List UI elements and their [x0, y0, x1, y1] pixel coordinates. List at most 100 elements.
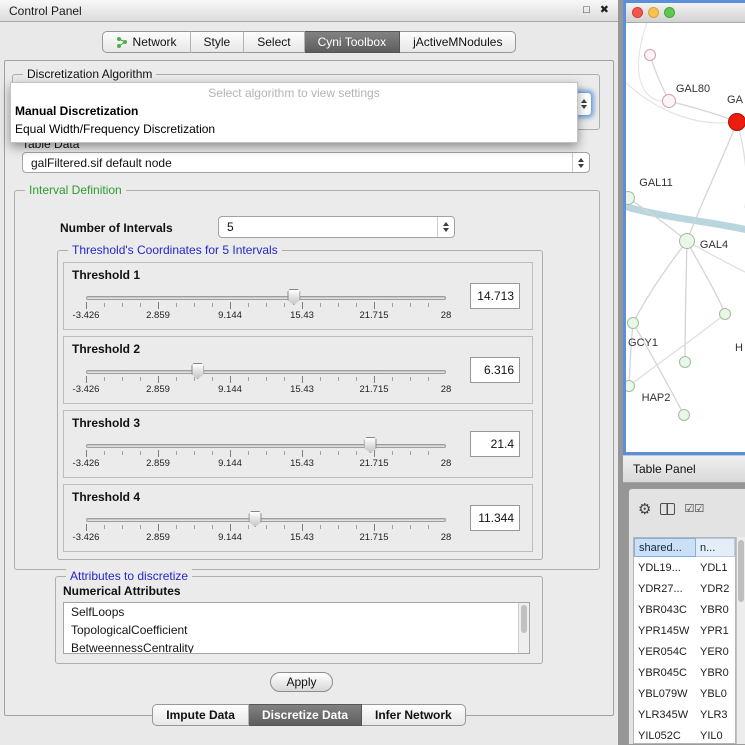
network-canvas[interactable]: GAL80 GA GAL11 GAL4 GCY1 H HAP2	[626, 23, 745, 432]
table-panel-header[interactable]: Table Panel	[623, 455, 745, 483]
tab-impute-data[interactable]: Impute Data	[152, 704, 249, 726]
threshold-4-slider[interactable]: -3.426 2.859 9.144 15.43 21.715 28	[86, 509, 446, 543]
select-rows-checkboxes-icon[interactable]: ☑☑	[684, 504, 704, 515]
tick-label: 15.43	[290, 532, 314, 543]
slider-track[interactable]	[86, 444, 446, 448]
threshold-3-value-field[interactable]: 21.4	[470, 431, 520, 457]
threshold-2-slider[interactable]: -3.426 2.859 9.144 15.43 21.715 28	[86, 361, 446, 395]
table-cell[interactable]: YDR2	[696, 578, 735, 599]
close-icon[interactable]: ✖	[600, 5, 609, 16]
threshold-4-value-field[interactable]: 11.344	[470, 505, 520, 531]
threshold-1-slider[interactable]: -3.426 2.859 9.144 15.43 21.715 28	[86, 287, 446, 321]
threshold-2-value-field[interactable]: 6.316	[470, 357, 520, 383]
threshold-3-box: Threshold 3 -3.426 2.859 9.144 15.43 21.…	[63, 410, 533, 478]
gear-icon[interactable]: ⚙	[638, 502, 651, 517]
table-cell[interactable]: YPR145W	[634, 620, 696, 641]
combo-stepper-icon[interactable]	[437, 217, 454, 237]
table-row[interactable]: YBR045C YBR0	[634, 662, 735, 683]
number-of-intervals-combo[interactable]: 5	[218, 216, 455, 238]
dropdown-option-equal-width-frequency[interactable]: Equal Width/Frequency Discretization	[11, 120, 577, 138]
float-window-icon[interactable]: □	[583, 5, 590, 16]
table-scrollbar[interactable]	[736, 537, 745, 744]
tab-jactivemnodules[interactable]: jActiveMNodules	[400, 31, 516, 53]
network-node-gcy1[interactable]	[627, 317, 639, 329]
network-node-gal4[interactable]	[679, 233, 695, 249]
group-title: Discretization Algorithm	[23, 67, 156, 81]
node-table: shared... n... YDL19... YDL1 YDR27... YD…	[633, 537, 736, 744]
table-cell[interactable]: YDL19...	[634, 557, 696, 578]
close-traffic-light-icon[interactable]	[632, 7, 643, 18]
slider-track[interactable]	[86, 370, 446, 374]
apply-button[interactable]: Apply	[270, 672, 333, 692]
table-row[interactable]: YBL079W YBL0	[634, 683, 735, 704]
network-node[interactable]	[678, 409, 690, 421]
column-header-name[interactable]: n...	[696, 538, 735, 557]
table-cell[interactable]: YBL0	[696, 683, 735, 704]
threshold-1-value-field[interactable]: 14.713	[470, 283, 520, 309]
threshold-2-box: Threshold 2 -3.426 2.859 9.144 15.43 21.…	[63, 336, 533, 404]
control-panel-tabs: Network Style Select Cyni Toolbox jActiv…	[0, 31, 618, 53]
table-cell[interactable]: YIL052C	[634, 725, 696, 744]
tick-label: -3.426	[73, 532, 100, 543]
control-panel-titlebar[interactable]: Control Panel □ ✖	[0, 0, 618, 22]
tick-label: 21.715	[359, 458, 388, 469]
list-item[interactable]: SelfLoops	[64, 603, 529, 621]
table-row[interactable]: YDR27... YDR2	[634, 578, 735, 599]
minimize-traffic-light-icon[interactable]	[648, 7, 659, 18]
table-cell[interactable]: YBR045C	[634, 662, 696, 683]
tab-select[interactable]: Select	[244, 31, 304, 53]
table-cell[interactable]: YBR0	[696, 599, 735, 620]
list-item[interactable]: BetweennessCentrality	[64, 639, 529, 654]
tab-cyni-toolbox[interactable]: Cyni Toolbox	[305, 31, 400, 53]
table-cell[interactable]: YBR0	[696, 662, 735, 683]
table-cell[interactable]: YIL0	[696, 725, 735, 744]
table-row[interactable]: YDL19... YDL1	[634, 557, 735, 578]
table-row[interactable]: YER054C YER0	[634, 641, 735, 662]
tab-infer-network[interactable]: Infer Network	[362, 704, 466, 726]
table-row[interactable]: YPR145W YPR1	[634, 620, 735, 641]
tab-network[interactable]: Network	[102, 31, 191, 53]
tick-label: 9.144	[218, 532, 242, 543]
slider-track[interactable]	[86, 518, 446, 522]
scrollbar-thumb[interactable]	[738, 540, 744, 602]
table-cell[interactable]: YLR3	[696, 704, 735, 725]
table-cell[interactable]: YDR27...	[634, 578, 696, 599]
table-row[interactable]: YBR043C YBR0	[634, 599, 735, 620]
list-item[interactable]: TopologicalCoefficient	[64, 621, 529, 639]
table-data-combo[interactable]: galFiltered.sif default node	[22, 152, 590, 173]
table-cell[interactable]: YPR1	[696, 620, 735, 641]
slider-tick-labels: -3.426 2.859 9.144 15.43 21.715 28	[86, 458, 446, 469]
table-columns-icon[interactable]	[660, 503, 675, 515]
slider-tick-labels: -3.426 2.859 9.144 15.43 21.715 28	[86, 532, 446, 543]
table-row[interactable]: YIL052C YIL0	[634, 725, 735, 744]
tick-label: 15.43	[290, 458, 314, 469]
tick-label: 21.715	[359, 532, 388, 543]
network-node[interactable]	[719, 308, 731, 320]
table-cell[interactable]: YLR345W	[634, 704, 696, 725]
network-window-titlebar[interactable]	[626, 3, 745, 23]
column-header-shared-name[interactable]: shared...	[634, 538, 696, 557]
table-cell[interactable]: YER054C	[634, 641, 696, 662]
table-cell[interactable]: YDL1	[696, 557, 735, 578]
table-cell[interactable]: YBR043C	[634, 599, 696, 620]
window-controls: □ ✖	[583, 5, 609, 16]
threshold-3-slider[interactable]: -3.426 2.859 9.144 15.43 21.715 28	[86, 435, 446, 469]
network-node-selected[interactable]	[728, 113, 745, 131]
slider-track[interactable]	[86, 296, 446, 300]
tab-style[interactable]: Style	[191, 31, 245, 53]
tab-label: Impute Data	[166, 708, 235, 722]
network-node[interactable]	[679, 356, 691, 368]
tab-discretize-data[interactable]: Discretize Data	[249, 704, 362, 726]
combo-stepper-icon[interactable]	[572, 153, 589, 172]
numerical-attributes-list: SelfLoops TopologicalCoefficient Between…	[63, 602, 530, 654]
table-data-value: galFiltered.sif default node	[23, 153, 572, 172]
table-cell[interactable]: YBL079W	[634, 683, 696, 704]
scrollbar-thumb[interactable]	[521, 605, 527, 633]
table-cell[interactable]: YER0	[696, 641, 735, 662]
table-row[interactable]: YLR345W YLR3	[634, 704, 735, 725]
zoom-traffic-light-icon[interactable]	[664, 7, 675, 18]
list-scrollbar[interactable]	[518, 603, 529, 653]
dropdown-option-manual-discretization[interactable]: Manual Discretization	[11, 102, 577, 120]
network-node-gal80[interactable]	[662, 94, 676, 108]
network-node[interactable]	[644, 49, 656, 61]
